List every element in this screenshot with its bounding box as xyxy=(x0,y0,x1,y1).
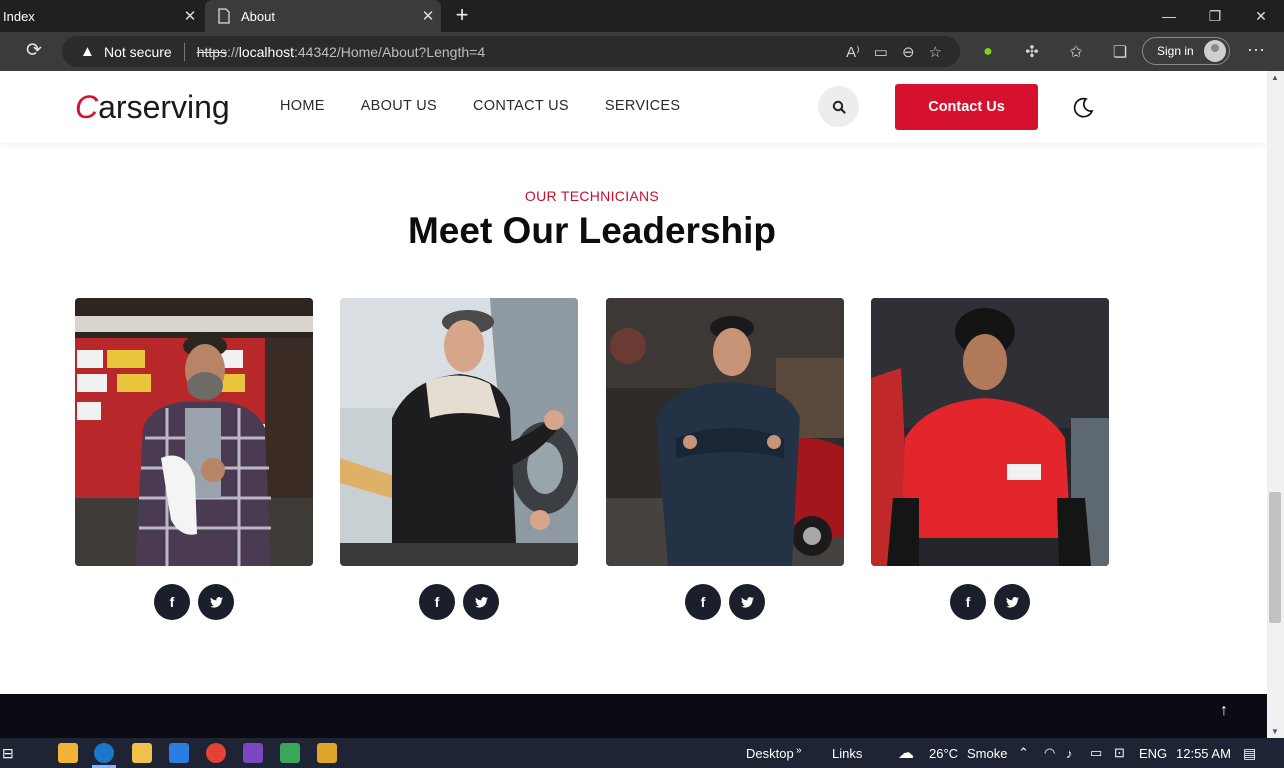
notifications-icon[interactable]: ▤ xyxy=(1243,743,1256,763)
file-explorer-icon[interactable] xyxy=(132,743,152,763)
section-eyebrow: OUR TECHNICIANS xyxy=(524,188,660,204)
scroll-up-arrow-icon[interactable]: ▲ xyxy=(1271,73,1279,82)
page-scrollbar[interactable]: ▲ ▼ xyxy=(1267,71,1284,738)
taskbar: ⊟ Desktop » Links ☁ 26°C Smoke ⌃ ◠ ♪ ▭ ⊡… xyxy=(0,738,1284,768)
close-window-button[interactable]: ✕ xyxy=(1238,0,1284,32)
links-toolbar[interactable]: Links xyxy=(832,743,862,763)
weather-desc[interactable]: Smoke xyxy=(967,743,1007,763)
url-actions: A⁾ ▭ ⊖ ☆ xyxy=(846,36,960,67)
contact-us-button[interactable]: Contact Us xyxy=(895,84,1038,130)
search-button[interactable] xyxy=(818,86,859,127)
zoom-out-icon[interactable]: ⊖ xyxy=(902,43,915,61)
avatar-icon xyxy=(1204,40,1226,62)
team-photo-1 xyxy=(75,298,313,566)
section-title: Meet Our Leadership xyxy=(407,210,777,251)
site-logo[interactable]: Carserving xyxy=(75,89,230,126)
language-indicator[interactable]: ENG xyxy=(1139,743,1167,763)
tab-about[interactable]: About ✕ xyxy=(205,0,441,32)
chevron-right-icon[interactable]: » xyxy=(796,740,802,760)
twitter-icon[interactable] xyxy=(198,584,234,620)
extension-bulb-icon[interactable]: ● xyxy=(966,43,1010,61)
page-viewport: Carserving HOME ABOUT US CONTACT US SERV… xyxy=(0,71,1267,738)
reload-icon[interactable]: ⟳ xyxy=(22,40,46,64)
close-icon[interactable]: ✕ xyxy=(177,7,203,25)
new-tab-button[interactable]: + xyxy=(450,4,474,28)
security-label: Not secure xyxy=(104,43,172,60)
divider xyxy=(183,42,185,61)
mail-icon[interactable] xyxy=(169,743,189,763)
scroll-thumb[interactable] xyxy=(1269,492,1281,623)
nav-about[interactable]: ABOUT US xyxy=(361,98,437,114)
more-options-icon[interactable]: ⋯ xyxy=(1244,40,1268,61)
chrome-icon[interactable] xyxy=(206,743,226,763)
nav-menu: HOME ABOUT US CONTACT US SERVICES xyxy=(280,98,716,114)
team-photo-4 xyxy=(871,298,1109,566)
footer xyxy=(0,694,1267,738)
sign-in-button[interactable]: Sign in xyxy=(1142,37,1230,65)
app-icon[interactable] xyxy=(317,743,337,763)
store-icon[interactable] xyxy=(58,743,78,763)
extensions-toolbar: ● ✣ ✩ ❏ xyxy=(966,40,1142,64)
facebook-icon[interactable]: f xyxy=(685,584,721,620)
add-favorite-icon[interactable]: ☆ xyxy=(929,43,942,61)
clock[interactable]: 12:55 AM xyxy=(1176,743,1231,763)
team-2-socials: f xyxy=(419,584,499,620)
url-text: https://localhost:44342/Home/About?Lengt… xyxy=(196,43,486,60)
weather-temp[interactable]: 26°C xyxy=(929,743,958,763)
edge-icon[interactable] xyxy=(94,743,114,763)
facebook-icon[interactable]: f xyxy=(154,584,190,620)
volume-icon[interactable]: ♪ xyxy=(1066,743,1073,763)
site-navbar: Carserving HOME ABOUT US CONTACT US SERV… xyxy=(0,71,1267,143)
nav-home[interactable]: HOME xyxy=(280,98,325,114)
search-icon xyxy=(832,100,846,114)
minimize-button[interactable]: — xyxy=(1146,0,1192,32)
twitter-icon[interactable] xyxy=(729,584,765,620)
tab-title: About xyxy=(241,8,275,24)
weather-icon[interactable]: ☁ xyxy=(898,743,914,763)
url-field[interactable]: ▲ Not secure https://localhost:44342/Hom… xyxy=(62,36,960,67)
sign-in-label: Sign in xyxy=(1157,44,1194,58)
favorites-icon[interactable]: ✩ xyxy=(1054,42,1098,62)
tab-title: Index xyxy=(3,8,35,24)
visual-studio-icon[interactable] xyxy=(243,743,263,763)
task-view-icon[interactable]: ⊟ xyxy=(2,743,14,763)
dark-mode-moon-icon[interactable] xyxy=(1071,96,1095,120)
desktop-toolbar[interactable]: Desktop xyxy=(746,743,794,763)
team-photo-3 xyxy=(606,298,844,566)
twitter-icon[interactable] xyxy=(463,584,499,620)
battery-icon[interactable]: ▭ xyxy=(1090,743,1102,763)
nav-contact[interactable]: CONTACT US xyxy=(473,98,569,114)
nav-services[interactable]: SERVICES xyxy=(605,98,680,114)
facebook-icon[interactable]: f xyxy=(419,584,455,620)
scroll-down-arrow-icon[interactable]: ▼ xyxy=(1271,727,1279,736)
wifi-icon[interactable]: ◠ xyxy=(1044,743,1055,763)
facebook-icon[interactable]: f xyxy=(950,584,986,620)
tab-index[interactable]: Index ✕ xyxy=(0,0,203,32)
browser-tab-bar: Index ✕ About ✕ + — ❐ ✕ xyxy=(0,0,1284,32)
page-icon xyxy=(218,8,230,24)
team-photo-2 xyxy=(340,298,578,566)
close-icon[interactable]: ✕ xyxy=(415,7,441,25)
team-1-socials: f xyxy=(154,584,234,620)
read-aloud-icon[interactable]: A⁾ xyxy=(846,43,860,61)
restore-button[interactable]: ❐ xyxy=(1192,0,1238,32)
reader-view-icon[interactable]: ▭ xyxy=(874,43,888,61)
app-icon[interactable] xyxy=(280,743,300,763)
network-icon[interactable]: ⊡ xyxy=(1114,743,1125,763)
team-4-socials: f xyxy=(950,584,1030,620)
chevron-up-icon[interactable]: ⌃ xyxy=(1018,743,1029,763)
extensions-icon[interactable]: ✣ xyxy=(1010,42,1054,62)
warning-icon: ▲ xyxy=(80,42,95,60)
collections-icon[interactable]: ❏ xyxy=(1098,42,1142,62)
twitter-icon[interactable] xyxy=(994,584,1030,620)
team-3-socials: f xyxy=(685,584,765,620)
back-to-top-arrow-icon[interactable]: ↑ xyxy=(1216,702,1232,720)
